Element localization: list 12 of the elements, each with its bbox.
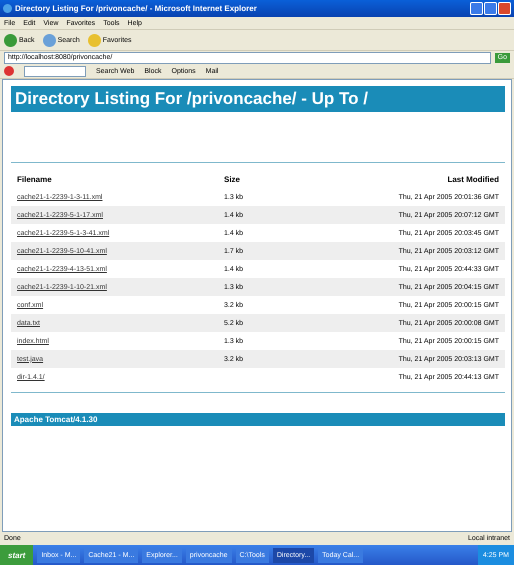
column-header: Filename (11, 171, 224, 188)
column-header: Size (224, 174, 242, 186)
maximize-button[interactable] (484, 2, 497, 15)
server-footer: Apache Tomcat/4.1.30 (11, 413, 505, 426)
column-header: Last Modified (446, 174, 500, 186)
browser-icon (3, 4, 12, 13)
page-heading: Directory Listing For /privoncache/ - Up To / (11, 86, 505, 112)
stop-icon[interactable] (4, 66, 14, 76)
close-button[interactable] (498, 2, 511, 15)
window-title: Directory Listing For /privoncache/ - Microsoft Internet Explorer (15, 4, 258, 13)
minimize-button[interactable] (470, 2, 483, 15)
search-field[interactable] (24, 66, 86, 76)
